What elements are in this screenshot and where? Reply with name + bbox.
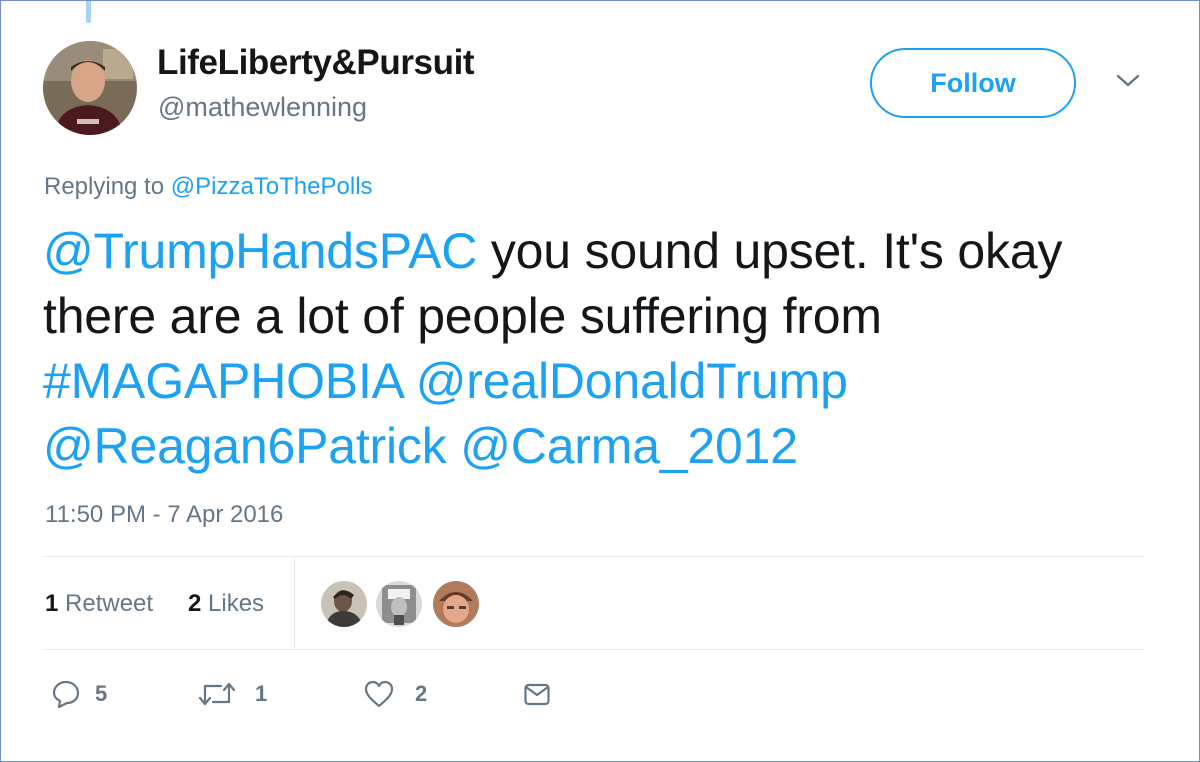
chevron-down-icon[interactable] (1115, 71, 1141, 91)
tweet-space (402, 353, 416, 409)
tweet-timestamp[interactable]: 11:50 PM - 7 Apr 2016 (45, 501, 283, 529)
divider (43, 556, 1144, 557)
direct-message-action[interactable] (523, 677, 551, 711)
reply-icon (52, 680, 80, 709)
likes-stat-label: Likes (208, 590, 265, 617)
mention-link[interactable]: @Reagan6Patrick (43, 418, 447, 474)
mention-link[interactable]: @realDonaldTrump (416, 353, 848, 409)
tweet-space (447, 418, 461, 474)
retweet-stat[interactable]: 1 Retweet (45, 590, 153, 618)
tweet-card: LifeLiberty&Pursuit @mathewlenning Follo… (0, 0, 1200, 762)
tweet-text: @TrumpHandsPAC you sound upset. It's oka… (43, 219, 1163, 479)
divider (43, 649, 1144, 650)
reply-context: Replying to @PizzaToThePolls (44, 173, 373, 201)
heart-icon (364, 680, 394, 708)
avatar[interactable] (43, 41, 137, 135)
like-count: 2 (415, 681, 428, 706)
reply-target-link[interactable]: @PizzaToThePolls (171, 173, 373, 200)
hashtag-link[interactable]: #MAGAPHOBIA (43, 353, 402, 409)
mail-icon (524, 683, 550, 706)
likes-stat[interactable]: 2 Likes (188, 590, 264, 618)
retweet-stat-label: Retweet (65, 590, 154, 617)
retweet-stat-count: 1 (45, 590, 59, 617)
reply-context-prefix: Replying to (44, 173, 165, 200)
retweet-count: 1 (255, 681, 268, 706)
display-name[interactable]: LifeLiberty&Pursuit (157, 43, 475, 83)
user-handle[interactable]: @mathewlenning (158, 92, 367, 123)
liker-avatar[interactable] (376, 581, 422, 627)
reply-action[interactable]: 5 (51, 677, 107, 711)
retweet-icon (198, 682, 236, 706)
stats-separator (294, 557, 295, 649)
liker-avatar[interactable] (321, 581, 367, 627)
thread-connector-line (86, 1, 91, 23)
mention-link[interactable]: @Carma_2012 (460, 418, 798, 474)
retweet-action[interactable]: 1 (197, 677, 267, 711)
mention-link[interactable]: @TrumpHandsPAC (43, 223, 477, 279)
like-action[interactable]: 2 (363, 677, 427, 711)
follow-button[interactable]: Follow (870, 48, 1076, 118)
liker-avatar[interactable] (433, 581, 479, 627)
likes-stat-count: 2 (188, 590, 202, 617)
reply-count: 5 (95, 681, 108, 706)
